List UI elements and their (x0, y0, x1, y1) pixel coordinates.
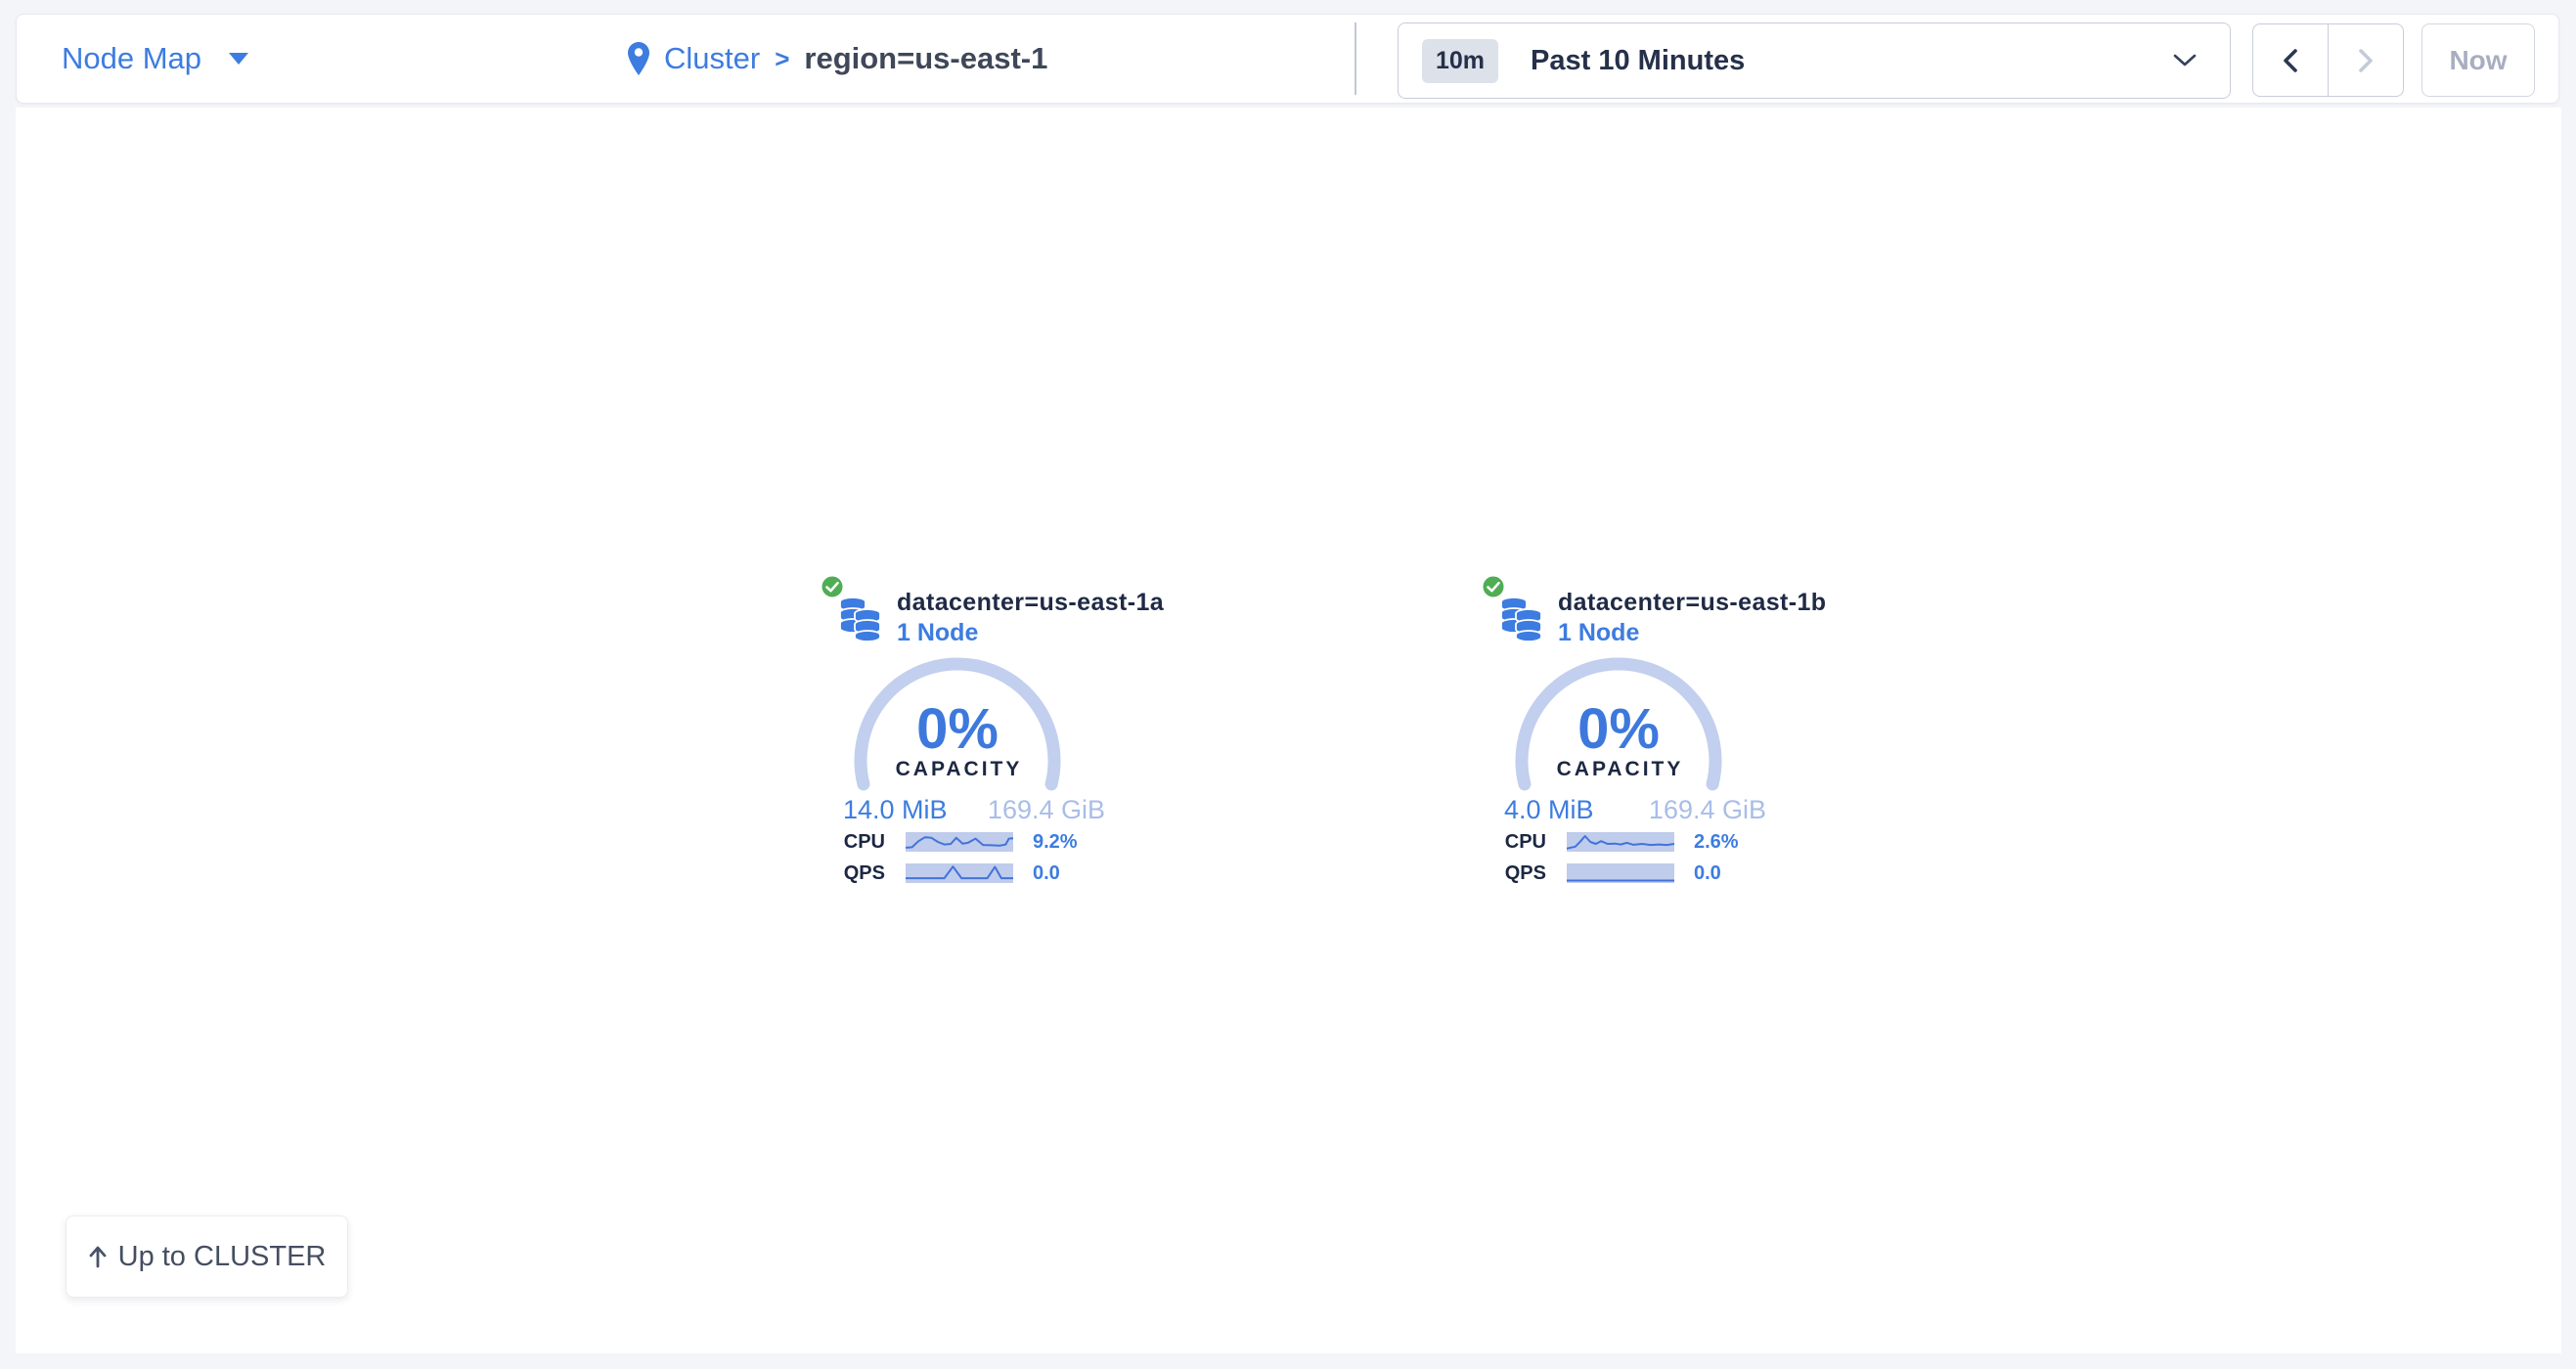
qps-value: 0.0 (1694, 862, 1721, 884)
time-range-label: Past 10 Minutes (1531, 45, 1745, 77)
caret-down-icon (229, 53, 248, 65)
capacity-percent: 0% (854, 696, 1061, 762)
chevron-left-icon (2281, 48, 2300, 73)
breadcrumb-cluster-link[interactable]: Cluster (664, 41, 760, 76)
cpu-value: 9.2% (1033, 831, 1078, 853)
datacenter-card-us-east-1b[interactable]: datacenter=us-east-1b 1 Node 0% CAPACITY… (1483, 572, 1776, 900)
up-to-cluster-button[interactable]: Up to CLUSTER (66, 1215, 348, 1298)
cpu-label: CPU (1502, 831, 1546, 853)
cpu-sparkline-chart (906, 832, 1013, 852)
prev-time-button[interactable] (2253, 24, 2329, 96)
breadcrumb: Cluster > region=us-east-1 (628, 15, 1047, 103)
arrow-up-icon (88, 1245, 108, 1268)
time-step-buttons (2252, 23, 2404, 97)
location-pin-icon (628, 42, 649, 75)
capacity-used: 14.0 MiB (843, 795, 948, 825)
now-button[interactable]: Now (2421, 23, 2535, 97)
capacity-used: 4.0 MiB (1504, 795, 1594, 825)
next-time-button[interactable] (2329, 24, 2403, 96)
qps-metric-row: QPS 0.0 (822, 862, 1115, 884)
capacity-total: 169.4 GiB (1649, 795, 1766, 825)
qps-label: QPS (841, 862, 885, 884)
qps-sparkline-chart (1567, 863, 1674, 883)
capacity-values: 14.0 MiB 169.4 GiB (843, 795, 1105, 825)
capacity-percent: 0% (1515, 696, 1722, 762)
qps-metric-row: QPS 0.0 (1483, 862, 1776, 884)
capacity-total: 169.4 GiB (988, 795, 1105, 825)
datacenter-card-us-east-1a[interactable]: datacenter=us-east-1a 1 Node 0% CAPACITY… (822, 572, 1115, 900)
view-selector-dropdown[interactable]: Node Map (62, 15, 248, 103)
cpu-sparkline-chart (1567, 832, 1674, 852)
qps-sparkline-chart (906, 863, 1013, 883)
breadcrumb-current: region=us-east-1 (804, 41, 1047, 76)
time-range-badge: 10m (1422, 39, 1498, 83)
cpu-label: CPU (841, 831, 885, 853)
datacenter-name: datacenter=us-east-1a (897, 589, 1164, 617)
chevron-right-icon (2356, 48, 2376, 73)
datacenter-icon (837, 594, 882, 642)
up-to-cluster-label: Up to CLUSTER (118, 1241, 327, 1273)
datacenter-node-count: 1 Node (897, 619, 978, 647)
time-range-dropdown[interactable]: 10m Past 10 Minutes (1398, 22, 2231, 99)
cpu-metric-row: CPU 9.2% (822, 831, 1115, 853)
node-map-canvas: datacenter=us-east-1a 1 Node 0% CAPACITY… (16, 108, 2561, 1353)
datacenter-node-count: 1 Node (1558, 619, 1639, 647)
chevron-down-icon (2173, 54, 2197, 67)
topbar-divider (1355, 22, 1356, 95)
breadcrumb-separator: > (775, 44, 789, 74)
datacenter-name: datacenter=us-east-1b (1558, 589, 1826, 617)
top-bar: Node Map Cluster > region=us-east-1 10m … (16, 14, 2559, 104)
capacity-label: CAPACITY (1515, 758, 1722, 781)
datacenter-icon (1498, 594, 1543, 642)
cpu-metric-row: CPU 2.6% (1483, 831, 1776, 853)
view-selector-label: Node Map (62, 41, 201, 76)
capacity-values: 4.0 MiB 169.4 GiB (1504, 795, 1766, 825)
capacity-label: CAPACITY (854, 758, 1061, 781)
node-map-page: Node Map Cluster > region=us-east-1 10m … (0, 0, 2576, 1369)
cpu-value: 2.6% (1694, 831, 1739, 853)
qps-label: QPS (1502, 862, 1546, 884)
qps-value: 0.0 (1033, 862, 1060, 884)
